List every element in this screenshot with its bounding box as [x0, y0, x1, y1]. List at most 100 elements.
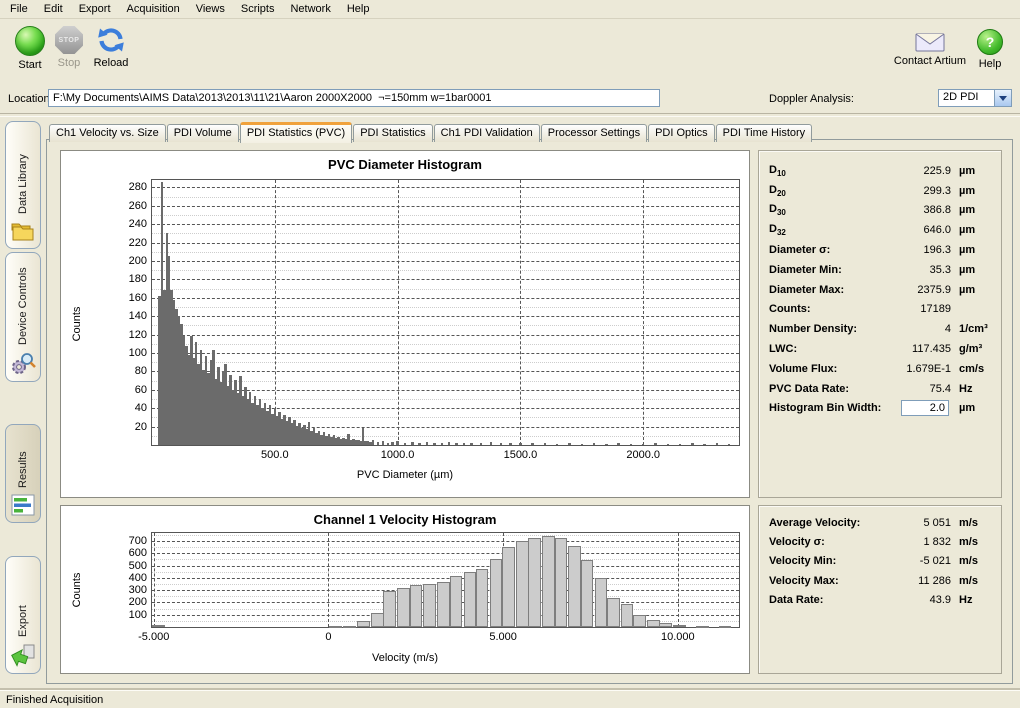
- sidebar-item-device-controls[interactable]: Device Controls: [5, 252, 41, 382]
- gridline-minor: [152, 535, 739, 536]
- stat-value: 5 051: [859, 517, 951, 529]
- stat-unit: cm/s: [959, 363, 984, 375]
- histogram-bar: [329, 626, 342, 628]
- histogram-bar: [383, 591, 396, 627]
- menu-item-scripts[interactable]: Scripts: [233, 1, 283, 17]
- help-question-icon: ?: [977, 29, 1003, 55]
- stat-unit: 1/cm³: [959, 323, 988, 335]
- gridline-minor: [152, 289, 739, 290]
- menu-item-export[interactable]: Export: [71, 1, 119, 17]
- stop-button[interactable]: STOP Stop: [50, 26, 88, 69]
- stat-value: 1.679E-1: [859, 363, 951, 375]
- stat-value: 2375.9: [859, 284, 951, 296]
- stat-unit: m/s: [959, 575, 978, 587]
- stat-label: Average Velocity:: [769, 517, 860, 529]
- contact-artium-label: Contact Artium: [894, 55, 966, 67]
- stat-unit: m/s: [959, 517, 978, 529]
- histogram-bar: [605, 444, 607, 445]
- velocity-stat-row: Velocity Min:-5 021m/s: [759, 552, 1001, 571]
- x-tick-label: 1500.0: [504, 449, 538, 461]
- stat-label: Data Rate:: [769, 594, 823, 606]
- tab-ch1-pdi-validation[interactable]: Ch1 PDI Validation: [434, 124, 540, 142]
- y-tick-label: 500: [107, 560, 147, 572]
- histogram-bar: [343, 626, 356, 628]
- contact-artium-button[interactable]: Contact Artium: [890, 30, 970, 67]
- histogram-bar: [659, 623, 672, 627]
- sidebar-item-export[interactable]: Export: [5, 556, 41, 674]
- tab-bar: Ch1 Velocity vs. Size PDI Volume PDI Sta…: [49, 120, 813, 142]
- y-tick-label: 400: [107, 572, 147, 584]
- doppler-analysis-select[interactable]: 2D PDI: [938, 89, 1012, 107]
- gridline-major: [152, 578, 739, 579]
- start-button[interactable]: Start: [8, 26, 52, 71]
- y-tick-label: 280: [107, 181, 147, 193]
- histogram-bar: [500, 443, 502, 445]
- histogram-bar: [357, 621, 370, 627]
- histogram-bar: [464, 572, 477, 627]
- location-input[interactable]: [48, 89, 660, 107]
- menu-item-acquisition[interactable]: Acquisition: [119, 1, 188, 17]
- menu-item-help[interactable]: Help: [339, 1, 378, 17]
- stat-value: 1 832: [859, 536, 951, 548]
- stat-label: LWC:: [769, 343, 797, 355]
- stat-value: 225.9: [859, 165, 951, 177]
- stat-label: Counts:: [769, 303, 811, 315]
- gridline-minor: [152, 197, 739, 198]
- stat-value: 35.3: [859, 264, 951, 276]
- histogram-bin-width-input[interactable]: [901, 400, 949, 416]
- stop-icon: STOP: [55, 26, 83, 54]
- sidebar-item-label: Device Controls: [17, 261, 29, 345]
- tab-ch1-velocity-vs-size[interactable]: Ch1 Velocity vs. Size: [49, 124, 166, 142]
- y-tick-label: 220: [107, 237, 147, 249]
- chevron-down-icon: [999, 96, 1007, 101]
- menu-item-edit[interactable]: Edit: [36, 1, 71, 17]
- histogram-bar: [542, 536, 555, 627]
- tab-pdi-volume[interactable]: PDI Volume: [167, 124, 239, 142]
- y-tick-label: 180: [107, 273, 147, 285]
- start-button-label: Start: [18, 59, 41, 71]
- export-arrow-icon: [10, 643, 36, 667]
- sidebar-item-results[interactable]: Results: [5, 424, 41, 523]
- combo-dropdown-button[interactable]: [994, 90, 1011, 106]
- help-button[interactable]: ? Help: [972, 29, 1008, 70]
- tab-pdi-statistics[interactable]: PDI Statistics: [353, 124, 432, 142]
- gridline-major: [154, 533, 155, 627]
- stat-value: 11 286: [859, 575, 951, 587]
- histogram-bar: [703, 444, 705, 445]
- stop-button-label: Stop: [58, 57, 81, 69]
- sidebar-item-label: Export: [17, 565, 29, 637]
- velocity-statistics-rows: Average Velocity:5 051m/sVelocity σ:1 83…: [759, 506, 1001, 609]
- y-tick-label: 260: [107, 200, 147, 212]
- stat-unit: m/s: [959, 536, 978, 548]
- histogram-bar: [633, 615, 646, 627]
- histogram-bar: [654, 443, 656, 445]
- histogram-bar: [679, 444, 681, 445]
- envelope-icon: [915, 30, 945, 52]
- y-tick-label: 100: [107, 609, 147, 621]
- y-tick-label: 120: [107, 329, 147, 341]
- pvc-stat-row: Volume Flux:1.679E-1cm/s: [759, 359, 1001, 379]
- reload-button[interactable]: Reload: [88, 26, 134, 69]
- stat-label: D10: [769, 164, 786, 178]
- stat-value: 196.3: [859, 244, 951, 256]
- stat-value: 646.0: [859, 224, 951, 236]
- histogram-bar: [441, 443, 443, 445]
- y-tick-label: 40: [107, 402, 147, 414]
- gridline-major: [678, 533, 679, 627]
- gridline-major: [152, 243, 739, 244]
- histogram-bar: [607, 598, 620, 627]
- y-tick-label: 200: [107, 596, 147, 608]
- tab-processor-settings[interactable]: Processor Settings: [541, 124, 647, 142]
- tab-pdi-optics[interactable]: PDI Optics: [648, 124, 715, 142]
- sidebar-item-data-library[interactable]: Data Library: [5, 121, 41, 249]
- y-tick-label: 140: [107, 310, 147, 322]
- pvc-statistics-rows: D10225.9µmD20299.3µmD30386.8µmD32646.0µm…: [759, 151, 1001, 418]
- tab-pdi-statistics-pvc[interactable]: PDI Statistics (PVC): [240, 122, 352, 143]
- menu-item-network[interactable]: Network: [282, 1, 338, 17]
- menu-item-file[interactable]: File: [2, 1, 36, 17]
- tab-pdi-time-history[interactable]: PDI Time History: [716, 124, 813, 142]
- stat-unit: µm: [959, 284, 975, 296]
- sidebar-item-label: Data Library: [17, 130, 29, 214]
- velocity-stat-row: Velocity σ:1 832m/s: [759, 532, 1001, 551]
- menu-item-views[interactable]: Views: [188, 1, 233, 17]
